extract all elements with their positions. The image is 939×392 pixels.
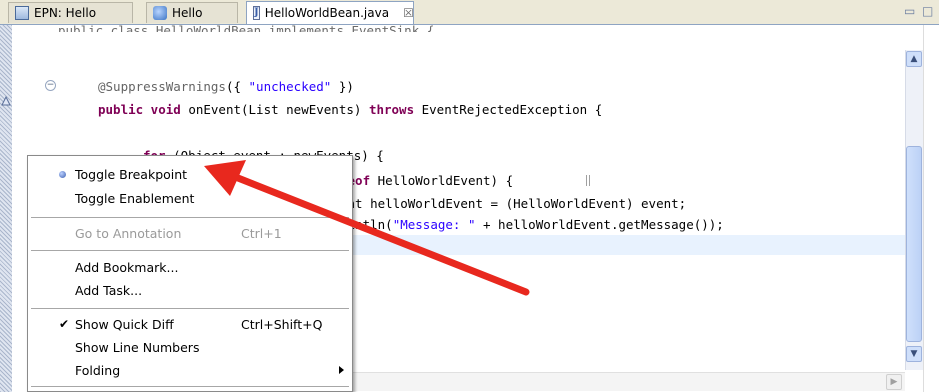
code-line-annotation: @SuppressWarnings({ "unchecked" }) [98, 79, 354, 94]
code-line-println: rintln("Message: " + helloWorldEvent.get… [340, 217, 724, 232]
menu-separator [31, 217, 349, 218]
menu-item-show-line-numbers[interactable]: Show Line Numbers [28, 336, 352, 358]
code-line-partial: public class HelloWorldBean implements E… [58, 23, 435, 32]
context-menu: Toggle Breakpoint Toggle Enablement Go t… [27, 155, 353, 392]
code-line-method: public void onEvent(List newEvents) thro… [98, 102, 602, 117]
menu-item-show-quick-diff[interactable]: ✔ Show Quick Diff Ctrl+Shift+Q [28, 313, 352, 335]
code-token: }) [331, 79, 354, 94]
scroll-right-icon[interactable]: ▶ [886, 374, 902, 390]
java-file-icon: J [253, 6, 260, 20]
scrollbar-thumb[interactable] [906, 146, 922, 342]
menu-item-add-task[interactable]: Add Task... [28, 279, 352, 301]
annotation-token: @SuppressWarnings [98, 79, 226, 94]
bracket-match-marker [586, 175, 590, 186]
tab-label: Hello [172, 6, 203, 20]
code-token: + helloWorldEvent.getMessage()); [475, 217, 724, 232]
menu-item-folding[interactable]: Folding [28, 359, 352, 381]
tab-helloworldbean-java[interactable]: J HelloWorldBean.java ☒ [246, 1, 414, 24]
menu-item-label: Show Quick Diff [75, 317, 174, 332]
breakpoint-icon [59, 171, 66, 178]
code-token: HelloWorldEvent) { [370, 173, 514, 188]
keyword-token: public void [98, 102, 181, 117]
minimize-icon[interactable]: ▭ [904, 4, 915, 18]
submenu-arrow-icon [339, 366, 344, 374]
menu-item-label: Show Line Numbers [75, 340, 200, 355]
menu-item-label: Toggle Enablement [75, 191, 195, 206]
horizontal-scrollbar[interactable] [340, 372, 905, 391]
tab-label: HelloWorldBean.java [264, 6, 390, 20]
scroll-down-icon[interactable]: ▼ [906, 346, 922, 362]
menu-separator [31, 250, 349, 251]
tab-hello[interactable]: Hello [146, 2, 238, 23]
menu-item-label: Go to Annotation [75, 226, 182, 241]
checkmark-icon: ✔ [59, 317, 70, 331]
code-token: ({ [225, 79, 249, 94]
fold-collapse-icon[interactable]: − [45, 80, 56, 91]
menu-item-go-to-annotation[interactable]: Go to Annotation Ctrl+1 [28, 222, 352, 244]
menu-item-label: Add Task... [75, 283, 143, 298]
menu-item-label: Toggle Breakpoint [75, 167, 188, 182]
tab-epn-hello[interactable]: EPN: Hello [8, 2, 133, 23]
menu-item-shortcut: Ctrl+1 [241, 226, 282, 241]
code-line-instanceof: ceof HelloWorldEvent) { [340, 173, 513, 188]
collapse-marker-icon[interactable] [1, 96, 11, 106]
maximize-icon[interactable]: □ [922, 4, 933, 18]
menu-item-label: Add Bookmark... [75, 260, 179, 275]
code-token: EventRejectedException { [414, 102, 603, 117]
menu-item-shortcut: Ctrl+Shift+Q [241, 317, 323, 332]
code-line-assign: ent helloWorldEvent = (HelloWorldEvent) … [340, 196, 687, 211]
code-token: onEvent(List newEvents) [180, 102, 369, 117]
menu-separator [31, 386, 349, 387]
current-line-highlight [340, 235, 905, 255]
tab-label: EPN: Hello [34, 6, 97, 20]
overview-ruler [923, 25, 939, 392]
menu-item-label: Folding [75, 363, 121, 378]
hello-assembly-icon [153, 6, 167, 20]
menu-item-toggle-enablement[interactable]: Toggle Enablement [28, 187, 352, 209]
string-token: "Message: " [392, 217, 476, 232]
keyword-token: throws [368, 102, 415, 117]
string-token: "unchecked" [248, 79, 332, 94]
menu-item-add-bookmark[interactable]: Add Bookmark... [28, 256, 352, 278]
menu-item-toggle-breakpoint[interactable]: Toggle Breakpoint [28, 163, 352, 185]
epn-diagram-icon [15, 6, 29, 20]
close-tab-icon[interactable]: ☒ [403, 6, 414, 20]
editor-tab-bar: EPN: Hello Hello J HelloWorldBean.java ☒… [0, 0, 939, 25]
scroll-up-icon[interactable]: ▲ [906, 51, 922, 67]
menu-separator [31, 308, 349, 309]
left-ruler [0, 25, 12, 392]
